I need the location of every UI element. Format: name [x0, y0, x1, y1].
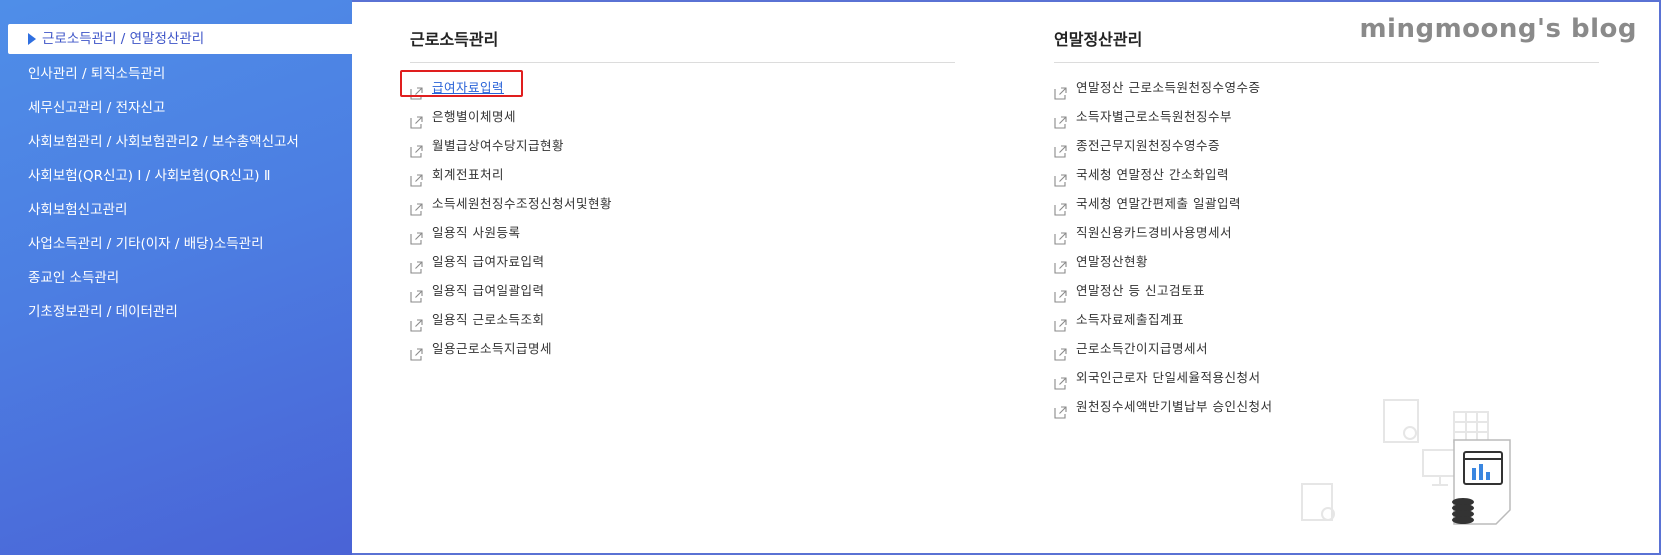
highlight-box: [400, 70, 523, 97]
menu-item-label: 원천징수세액반기별납부 승인신청서: [1076, 399, 1273, 414]
section-title: 근로소득관리: [410, 30, 499, 49]
external-link-icon: [1054, 284, 1067, 303]
menu-item-label: 회계전표처리: [432, 167, 505, 182]
sidebar-item-social-insurance[interactable]: 사회보험관리 / 사회보험관리2 / 보수총액신고서: [28, 129, 299, 155]
menu-item[interactable]: 일용직 근로소득조회: [410, 305, 955, 334]
menu-item-label: 소득자료제출집계표: [1076, 312, 1185, 327]
external-link-icon: [1054, 168, 1067, 187]
sidebar-item-label: 사회보험(QR신고) Ⅰ / 사회보험(QR신고) Ⅱ: [28, 168, 271, 184]
sidebar-item-basic-info[interactable]: 기초정보관리 / 데이터관리: [28, 299, 178, 325]
menu-list: 급여자료입력 은행별이체명세 월별급상여수당지급현황 회계전표처리 소득세원천징수조정신…: [410, 73, 955, 363]
menu-item[interactable]: 소득자별근로소득원천징수부: [1054, 102, 1599, 131]
menu-item-label: 소득자별근로소득원천징수부: [1076, 109, 1233, 124]
sidebar-item-label: 사회보험신고관리: [28, 202, 128, 218]
sidebar-item-tax-report[interactable]: 세무신고관리 / 전자신고: [28, 95, 165, 121]
sidebar-item-payroll-yearend[interactable]: 근로소득관리 / 연말정산관리: [8, 24, 354, 54]
external-link-icon: [1054, 342, 1067, 361]
menu-item[interactable]: 종전근무지원천징수영수증: [1054, 131, 1599, 160]
menu-item-label: 일용근로소득지급명세: [432, 341, 553, 356]
sidebar-item-label: 종교인 소득관리: [28, 270, 120, 286]
external-link-icon: [1054, 226, 1067, 245]
menu-item-label: 외국인근로자 단일세율적용신청서: [1076, 370, 1261, 385]
sidebar-item-label: 세무신고관리 / 전자신고: [28, 100, 166, 116]
menu-item[interactable]: 일용근로소득지급명세: [410, 334, 955, 363]
menu-item-label: 일용직 급여자료입력: [432, 254, 545, 269]
menu-item-label: 국세청 연말정산 간소화입력: [1076, 167, 1229, 182]
external-link-icon: [410, 313, 423, 332]
section-title: 연말정산관리: [1054, 30, 1143, 49]
menu-item[interactable]: 일용직 급여자료입력: [410, 247, 955, 276]
menu-item[interactable]: 근로소득간이지급명세서: [1054, 334, 1599, 363]
menu-item[interactable]: 은행별이체명세: [410, 102, 955, 131]
chart-document-icon: [1452, 439, 1511, 525]
sidebar: 근로소득관리 / 연말정산관리 인사관리 / 퇴직소득관리 세무신고관리 / 전…: [0, 0, 354, 555]
menu-item[interactable]: 월별급상여수당지급현황: [410, 131, 955, 160]
section-yearend: 연말정산관리 연말정산 근로소득원천징수영수증소득자별근로소득원천징수부종전근무…: [1054, 28, 1599, 421]
menu-item-label: 연말정산 근로소득원천징수영수증: [1076, 80, 1261, 95]
main-content: mingmoong's blog 근로소득관리 급여자료입력 은행별이체명세 월별급…: [352, 0, 1661, 555]
menu-list: 연말정산 근로소득원천징수영수증소득자별근로소득원천징수부종전근무지원천징수영수…: [1054, 73, 1599, 421]
menu-item-label: 종전근무지원천징수영수증: [1076, 138, 1221, 153]
menu-item[interactable]: 외국인근로자 단일세율적용신청서: [1054, 363, 1599, 392]
external-link-icon: [410, 197, 423, 216]
external-link-icon: [1054, 81, 1067, 100]
external-link-icon: [1054, 110, 1067, 129]
menu-item-label: 일용직 급여일괄입력: [432, 283, 545, 298]
external-link-icon: [1054, 139, 1067, 158]
sidebar-item-label: 사업소득관리 / 기타(이자 / 배당)소득관리: [28, 236, 264, 252]
sidebar-item-business-income[interactable]: 사업소득관리 / 기타(이자 / 배당)소득관리: [28, 231, 264, 257]
divider: [410, 62, 955, 63]
menu-item[interactable]: 국세청 연말정산 간소화입력: [1054, 160, 1599, 189]
external-link-icon: [410, 255, 423, 274]
external-link-icon: [410, 139, 423, 158]
external-link-icon: [1054, 400, 1067, 419]
menu-item[interactable]: 소득세원천징수조정신청서및현황: [410, 189, 955, 218]
menu-item-label: 일용직 근로소득조회: [432, 312, 545, 327]
sidebar-item-label: 기초정보관리 / 데이터관리: [28, 304, 178, 320]
sidebar-item-religious-income[interactable]: 종교인 소득관리: [28, 265, 119, 291]
menu-item[interactable]: 일용직 사원등록: [410, 218, 955, 247]
menu-item-label: 소득세원천징수조정신청서및현황: [432, 196, 613, 211]
external-link-icon: [1054, 313, 1067, 332]
external-link-icon: [1054, 197, 1067, 216]
menu-item[interactable]: 국세청 연말간편제출 일괄입력: [1054, 189, 1599, 218]
divider: [1054, 62, 1599, 63]
menu-item[interactable]: 연말정산 등 신고검토표: [1054, 276, 1599, 305]
menu-item-label: 국세청 연말간편제출 일괄입력: [1076, 196, 1241, 211]
sidebar-item-hr-retirement[interactable]: 인사관리 / 퇴직소득관리: [28, 61, 165, 87]
menu-item-label: 연말정산 등 신고검토표: [1076, 283, 1205, 298]
decorative-report-icon: [1301, 483, 1335, 521]
external-link-icon: [410, 342, 423, 361]
menu-item-label: 월별급상여수당지급현황: [432, 138, 565, 153]
external-link-icon: [410, 226, 423, 245]
menu-item[interactable]: 원천징수세액반기별납부 승인신청서: [1054, 392, 1599, 421]
sidebar-item-label: 인사관리 / 퇴직소득관리: [28, 66, 166, 82]
sidebar-item-social-insurance-qr[interactable]: 사회보험(QR신고) Ⅰ / 사회보험(QR신고) Ⅱ: [28, 163, 270, 189]
menu-item-label: 근로소득간이지급명세서: [1076, 341, 1209, 356]
menu-item-label: 연말정산현황: [1076, 254, 1149, 269]
menu-item[interactable]: 직원신용카드경비사용명세서: [1054, 218, 1599, 247]
menu-item[interactable]: 일용직 급여일괄입력: [410, 276, 955, 305]
menu-item-label: 일용직 사원등록: [432, 225, 521, 240]
sidebar-item-label: 사회보험관리 / 사회보험관리2 / 보수총액신고서: [28, 134, 299, 150]
sidebar-item-label: 근로소득관리 / 연말정산관리: [42, 31, 205, 47]
caret-right-icon: [28, 33, 36, 45]
external-link-icon: [1054, 255, 1067, 274]
external-link-icon: [1054, 371, 1067, 390]
menu-item[interactable]: 연말정산 근로소득원천징수영수증: [1054, 73, 1599, 102]
sidebar-item-social-insurance-report[interactable]: 사회보험신고관리: [28, 197, 127, 223]
menu-item-label: 은행별이체명세: [432, 109, 517, 124]
menu-item[interactable]: 소득자료제출집계표: [1054, 305, 1599, 334]
menu-item[interactable]: 회계전표처리: [410, 160, 955, 189]
external-link-icon: [410, 110, 423, 129]
menu-item[interactable]: 연말정산현황: [1054, 247, 1599, 276]
external-link-icon: [410, 284, 423, 303]
external-link-icon: [410, 168, 423, 187]
menu-item-label: 직원신용카드경비사용명세서: [1076, 225, 1233, 240]
